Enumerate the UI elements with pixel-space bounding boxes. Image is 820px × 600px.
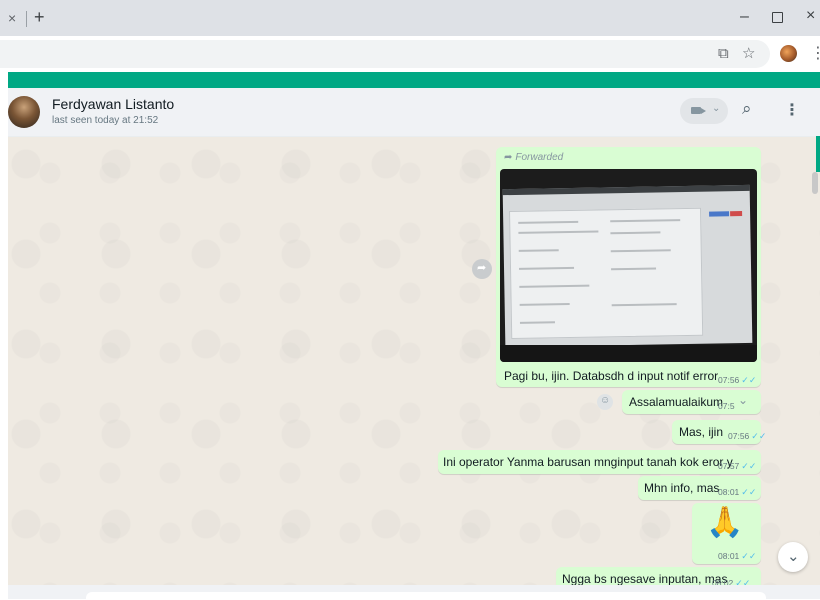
message-time: 07:56 ✓✓ [728, 431, 767, 441]
menu-icon[interactable]: ⋮ [784, 100, 800, 120]
browser-toolbar [0, 36, 820, 72]
last-seen-status: last seen today at 21:52 [52, 115, 159, 126]
search-icon[interactable]: ⌕ [742, 99, 752, 119]
message-text: Ngga bs ngesave inputan, mas [562, 572, 728, 586]
app-accent-bar [8, 72, 820, 88]
react-emoji-button[interactable]: ☺ [597, 394, 613, 410]
close-tab-icon[interactable]: × [8, 10, 16, 26]
browser-menu-icon[interactable]: ⋮ [810, 43, 820, 63]
forward-message-button[interactable]: ➦ [472, 259, 492, 279]
photo-monitor-screen [502, 184, 753, 348]
cast-icon[interactable]: ⧉ [718, 45, 729, 62]
message-caption: Pagi bu, ijin. Databsdh d input notif er… [504, 369, 719, 383]
message-bubble[interactable]: Ini operator Yanma barusan mnginput tana… [438, 450, 761, 474]
message-photo[interactable] [500, 169, 757, 362]
forwarded-label: ➦ Forwarded [504, 152, 563, 163]
video-call-button[interactable]: ⌄ [680, 98, 728, 124]
message-time: 07:56 ✓✓ [718, 375, 757, 385]
close-window-button[interactable]: × [806, 7, 815, 25]
video-call-icon [691, 107, 706, 114]
message-bubble[interactable]: Assalamualaikum 07:5 ⌄ [622, 390, 761, 414]
read-receipt-icon: ✓✓ [741, 487, 757, 497]
profile-avatar-button[interactable] [780, 45, 797, 62]
contact-name[interactable]: Ferdyawan Listanto [52, 96, 174, 112]
message-bubble[interactable]: Mhn info, mas 08:01 ✓✓ [638, 476, 761, 500]
tab-separator [26, 11, 27, 27]
panel-edge [816, 136, 820, 172]
message-time: 08:01 ✓✓ [718, 551, 757, 561]
chevron-down-icon: ⌄ [712, 103, 721, 114]
message-text: Mas, ijin [679, 425, 724, 439]
emoji-icon: ☺ [600, 395, 611, 406]
forward-icon: ➦ [477, 262, 487, 274]
minimize-window-button[interactable]: – [740, 8, 749, 26]
message-bubble-emoji[interactable]: 🙏 08:01 ✓✓ [692, 503, 761, 564]
message-text: Ini operator Yanma barusan mnginput tana… [443, 455, 733, 469]
message-time: 07:57 ✓✓ [718, 461, 757, 471]
read-receipt-icon: ✓✓ [741, 375, 757, 385]
scroll-to-bottom-button[interactable]: ⌄ [778, 542, 808, 572]
contact-avatar[interactable] [8, 96, 40, 128]
message-text: Assalamualaikum [629, 395, 724, 409]
message-options-chevron-icon[interactable]: ⌄ [738, 393, 748, 407]
forwarded-icon: ➦ [504, 152, 513, 163]
read-receipt-icon: ✓✓ [751, 431, 767, 441]
read-receipt-icon: ✓✓ [741, 461, 757, 471]
address-bar[interactable] [0, 40, 770, 68]
scrollbar-thumb[interactable] [812, 172, 818, 194]
chevron-down-icon: ⌄ [787, 548, 800, 565]
chat-header[interactable]: Ferdyawan Listanto last seen today at 21… [8, 88, 820, 137]
message-time: 08:01 ✓✓ [718, 487, 757, 497]
star-icon[interactable]: ☆ [742, 44, 755, 62]
message-text: Mhn info, mas [644, 481, 720, 495]
restore-window-button[interactable] [772, 12, 783, 23]
new-tab-button[interactable]: + [34, 7, 45, 28]
forwarded-text: Forwarded [515, 152, 564, 163]
browser-tab-bar: × + – × [0, 0, 820, 36]
message-time: 07:5 [718, 401, 735, 411]
folded-hands-emoji: 🙏 [706, 506, 744, 539]
message-bubble[interactable]: Mas, ijin 07:56 ✓✓ [672, 420, 766, 444]
read-receipt-icon: ✓✓ [741, 551, 757, 561]
message-bubble-image[interactable]: ➦ Forwarded Pagi bu, ijin. Databsdh d in… [496, 147, 761, 387]
